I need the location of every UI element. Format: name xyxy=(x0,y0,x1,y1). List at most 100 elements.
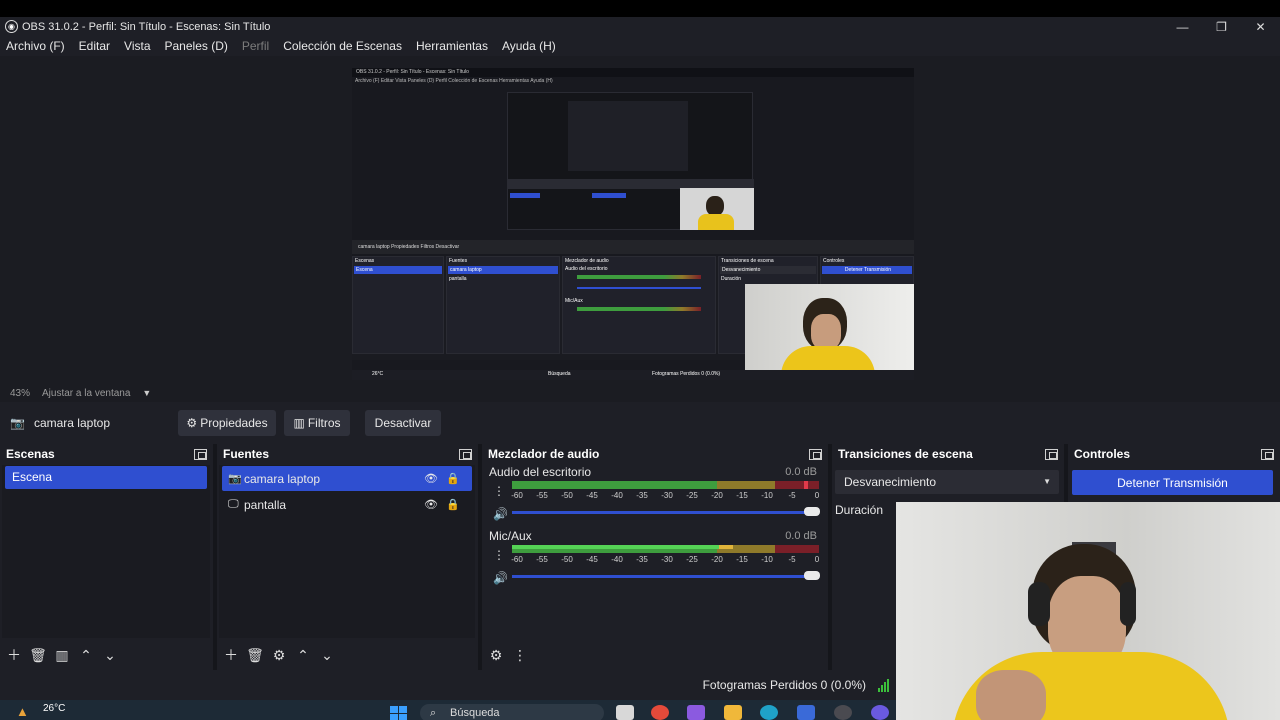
temperature: 26°C xyxy=(43,703,66,714)
preview-canvas[interactable]: OBS 31.0.2 - Perfil: Sin Título - Escena… xyxy=(352,68,914,380)
volume-slider[interactable] xyxy=(512,575,815,578)
preview-dock-desvanecimiento: Desvanecimiento xyxy=(720,266,816,274)
store-icon[interactable] xyxy=(797,705,815,720)
meter-peak xyxy=(804,481,808,489)
meter-tick-label: -60 xyxy=(511,491,523,500)
meter-tick-label: 0 xyxy=(814,555,820,564)
start-tile xyxy=(390,706,398,713)
scenes-list: Escena xyxy=(2,465,210,638)
nested-source-selected xyxy=(592,193,626,198)
volume-slider-handle[interactable] xyxy=(804,571,820,580)
zoom-fit-select[interactable]: Ajustar a la ventana xyxy=(42,388,130,399)
undock-icon[interactable] xyxy=(1261,448,1274,460)
edge-icon[interactable] xyxy=(760,705,778,720)
lock-icon[interactable]: 🔒 xyxy=(446,498,460,511)
status-bar: Fotogramas Perdidos 0 (0.0%) xyxy=(0,670,896,700)
file-icon[interactable] xyxy=(616,705,634,720)
chevron-down-icon[interactable]: ⌄ xyxy=(101,646,119,664)
menu-vista[interactable]: Vista xyxy=(124,39,150,53)
add-icon[interactable]: ＋ xyxy=(5,646,23,664)
preview-dock-duracion: Duración xyxy=(721,276,742,282)
meter-tick-label: -10 xyxy=(761,491,773,500)
menu-coleccion-escenas[interactable]: Colección de Escenas xyxy=(283,39,402,53)
chevron-up-icon[interactable]: ⌃ xyxy=(77,646,95,664)
minimize-button[interactable]: — xyxy=(1163,17,1202,36)
volume-slider-handle[interactable] xyxy=(804,507,820,516)
chevron-down-icon[interactable]: ▼ xyxy=(142,388,151,398)
copilot-icon[interactable] xyxy=(687,705,705,720)
preview-dock-escenas-title: Escenas xyxy=(355,258,375,264)
maximize-button[interactable]: ❐ xyxy=(1202,17,1241,36)
menu-herramientas[interactable]: Herramientas xyxy=(416,39,488,53)
gear-icon[interactable]: ⚙ xyxy=(487,646,505,664)
headset-icon xyxy=(1028,582,1050,626)
kebab-menu-icon[interactable]: ⋮ xyxy=(493,484,505,498)
sources-dock: Fuentes 📷 camara laptop 👁 🔒 🖵 pantalla 👁… xyxy=(217,444,478,670)
trash-icon[interactable]: 🗑 xyxy=(29,646,47,664)
properties-button[interactable]: ⚙ Propiedades xyxy=(178,410,276,436)
nested-face xyxy=(706,196,724,216)
top-strip xyxy=(0,0,1280,17)
folder-icon[interactable] xyxy=(724,705,742,720)
filters-label: Filtros xyxy=(307,416,341,430)
taskbar-search[interactable]: ⌕ Búsqueda xyxy=(420,704,604,720)
preview-dock-escenas: Escenas Escena xyxy=(352,256,444,354)
source-item-camara[interactable]: 📷 camara laptop 👁 🔒 xyxy=(222,466,472,491)
menu-paneles[interactable]: Paneles (D) xyxy=(165,39,228,53)
preview-dock-fuentes: Fuentes camara laptop pantalla xyxy=(446,256,560,354)
kebab-menu-icon[interactable]: ⋮ xyxy=(511,646,529,664)
trash-icon[interactable]: 🗑 xyxy=(246,646,264,664)
speaker-icon[interactable]: 🔊 xyxy=(493,571,508,585)
chevron-up-icon[interactable]: ⌃ xyxy=(294,646,312,664)
preview-nested-obs xyxy=(507,92,754,230)
meter-tick-label: -40 xyxy=(611,491,623,500)
meter-tick-label: -55 xyxy=(536,491,548,500)
filter-icon[interactable]: ▥ xyxy=(53,646,71,664)
transition-select[interactable]: Desvanecimiento ▼ xyxy=(835,470,1059,494)
eye-icon[interactable]: 👁 xyxy=(424,498,438,511)
menu-ayuda[interactable]: Ayuda (H) xyxy=(502,39,556,53)
signal-bar xyxy=(881,685,883,692)
nested-scene-selected xyxy=(510,193,540,198)
add-icon[interactable]: ＋ xyxy=(222,646,240,664)
meter-tick-label: -45 xyxy=(586,555,598,564)
close-button[interactable]: ✕ xyxy=(1241,17,1280,36)
meter-tick-label: -35 xyxy=(636,491,648,500)
lock-icon[interactable]: 🔒 xyxy=(446,472,460,485)
speaker-icon[interactable]: 🔊 xyxy=(493,507,508,521)
meter-tick-label: -30 xyxy=(661,555,673,564)
discord-icon[interactable] xyxy=(871,705,889,720)
stop-stream-button[interactable]: Detener Transmisión xyxy=(1072,470,1273,495)
obs-taskbar-icon[interactable] xyxy=(834,705,852,720)
undock-icon[interactable] xyxy=(809,448,822,460)
chevron-down-icon[interactable]: ⌄ xyxy=(318,646,336,664)
undock-icon[interactable] xyxy=(194,448,207,460)
eye-icon[interactable]: 👁 xyxy=(424,472,438,485)
preview-nested-toolbar: camara laptop Propiedades Filtros Desact… xyxy=(352,240,914,254)
meter-tick-label: 0 xyxy=(814,491,820,500)
chrome-icon[interactable] xyxy=(651,705,669,720)
undock-icon[interactable] xyxy=(459,448,472,460)
preview-nested-toolbar-text: camara laptop Propiedades Filtros Desact… xyxy=(358,244,460,250)
webcam-overlay xyxy=(896,502,1280,720)
windows-start-icon[interactable] xyxy=(390,706,408,720)
meter-tick-label: -30 xyxy=(661,491,673,500)
weather-icon[interactable]: ▲ xyxy=(16,704,29,719)
deactivate-button[interactable]: Desactivar xyxy=(365,410,441,436)
menu-editar[interactable]: Editar xyxy=(79,39,110,53)
taskbar-search-label: Búsqueda xyxy=(450,707,500,719)
menu-archivo[interactable]: Archivo (F) xyxy=(6,39,65,53)
kebab-menu-icon[interactable]: ⋮ xyxy=(493,548,505,562)
filters-button[interactable]: ▥ Filtros xyxy=(284,410,350,436)
source-item-pantalla[interactable]: 🖵 pantalla 👁 🔒 xyxy=(222,492,472,517)
gear-icon[interactable]: ⚙ xyxy=(270,646,288,664)
meter-tick-label: -25 xyxy=(686,491,698,500)
undock-icon[interactable] xyxy=(1045,448,1058,460)
meter-live-level xyxy=(512,545,732,549)
meter-tick-label: -15 xyxy=(736,555,748,564)
title-bar: ◉ OBS 31.0.2 - Perfil: Sin Título - Esce… xyxy=(0,17,1280,36)
mixer-body: Audio del escritorio 0.0 dB ⋮ -60 -55 -50-… xyxy=(484,465,825,638)
volume-slider[interactable] xyxy=(512,511,815,514)
scene-item-escena[interactable]: Escena xyxy=(5,466,207,489)
mixer-title: Mezclador de audio xyxy=(488,447,600,461)
